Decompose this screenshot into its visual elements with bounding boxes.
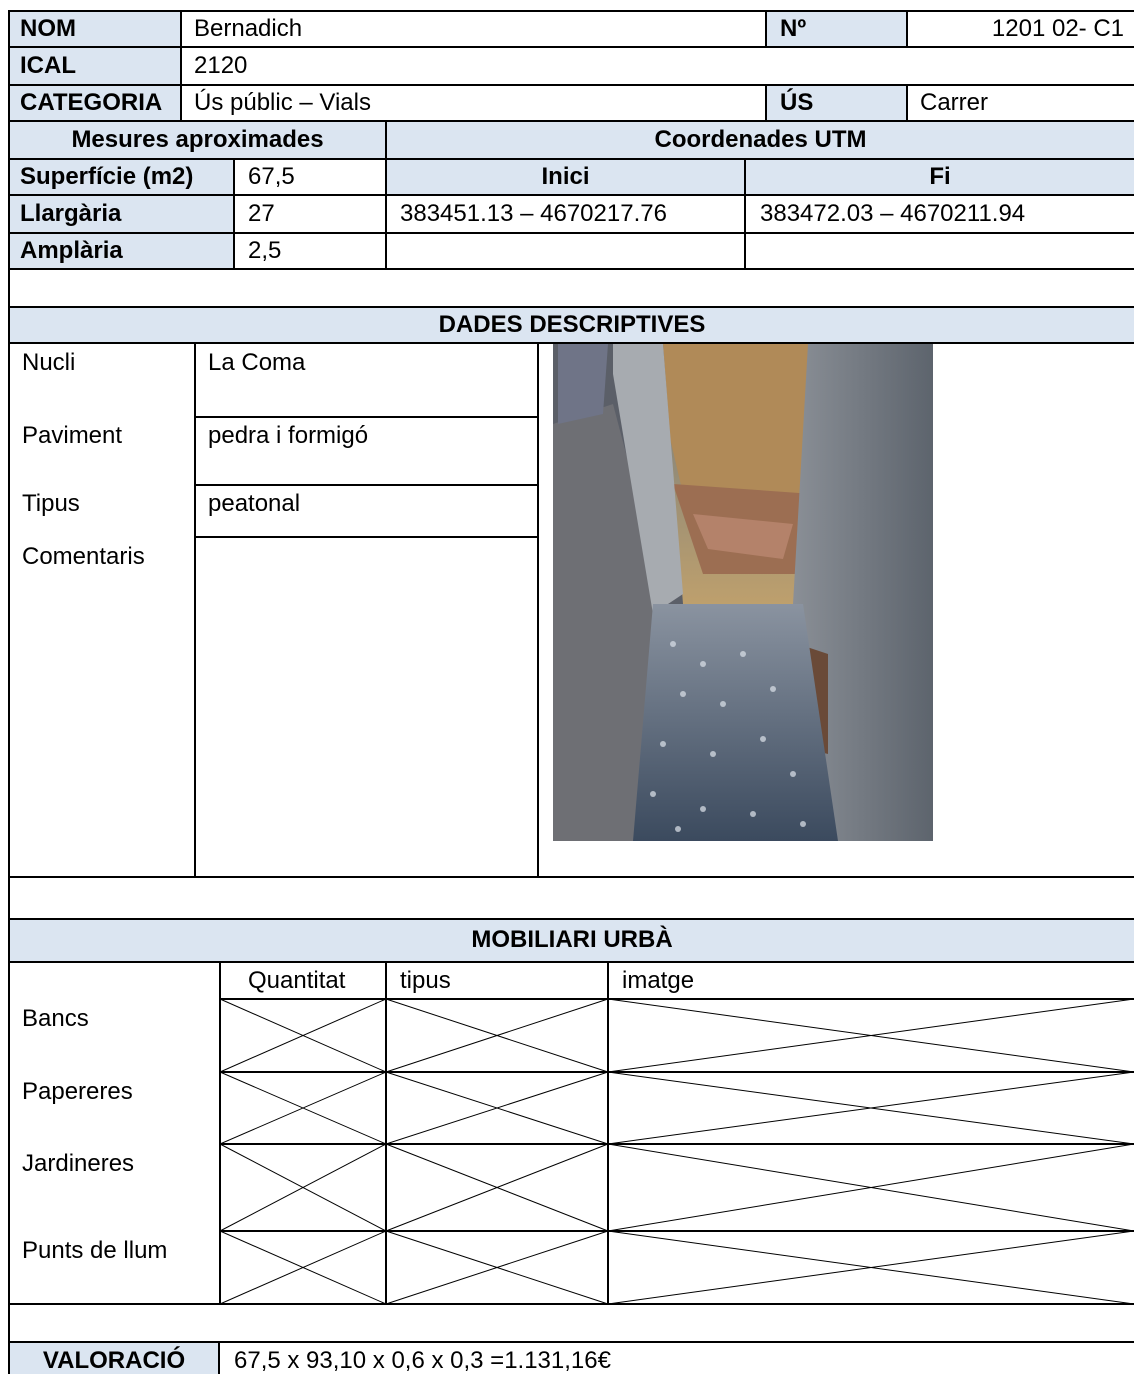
- cross-line: [219, 1230, 387, 1305]
- col-tipus: tipus: [400, 967, 451, 994]
- amplaria-value: 2,5: [248, 237, 282, 264]
- rule: [8, 84, 1134, 86]
- row-label-bancs: Bancs: [22, 1005, 89, 1032]
- rule: [537, 342, 539, 878]
- valoracio-value: 67,5 x 93,10 x 0,6 x 0,3 =1.131,16€: [234, 1347, 611, 1374]
- nom-label: NOM: [20, 15, 76, 42]
- cross-line: [385, 1230, 609, 1305]
- tipus-value: peatonal: [208, 490, 301, 517]
- utm-title: Coordenades UTM: [654, 126, 867, 153]
- cross-line: [385, 1230, 609, 1305]
- rule: [8, 961, 1134, 963]
- cross-line: [385, 998, 609, 1073]
- superficie-value: 67,5: [248, 163, 295, 190]
- rule: [8, 232, 1134, 234]
- rule: [906, 10, 908, 48]
- cross-line: [607, 998, 1134, 1073]
- cross-line: [385, 1071, 609, 1145]
- inici-value: 383451.13 – 4670217.76: [400, 200, 667, 227]
- cross-line: [607, 1143, 1134, 1232]
- rule: [8, 120, 1134, 122]
- rule: [8, 918, 1134, 920]
- fi-label: Fi: [929, 163, 951, 190]
- cross-line: [607, 1230, 1134, 1305]
- valoracio-label: VALORACIÓ: [42, 1347, 186, 1374]
- mobiliari-title: MOBILIARI URBÀ: [471, 926, 673, 953]
- paviment-value: pedra i formigó: [208, 422, 369, 449]
- cross-line: [607, 998, 1134, 1073]
- rule: [8, 876, 1134, 878]
- cross-line: [219, 998, 387, 1073]
- num-value: 1201 02- C1: [991, 15, 1124, 42]
- rule: [220, 1071, 1134, 1073]
- descriptives-title: DADES DESCRIPTIVES: [438, 311, 706, 338]
- cross-line: [219, 1230, 387, 1305]
- nom-value: Bernadich: [194, 15, 303, 42]
- categoria-value: Ús públic – Vials: [194, 89, 371, 116]
- rule: [765, 84, 767, 122]
- comentaris-label: Comentaris: [22, 543, 145, 570]
- cross-line: [385, 998, 609, 1073]
- rule: [220, 1230, 1134, 1232]
- rule: [220, 998, 1134, 1000]
- amplaria-label: Amplària: [20, 237, 123, 264]
- cross-line: [219, 998, 387, 1073]
- num-label: Nº: [780, 15, 807, 42]
- rule: [233, 158, 235, 270]
- ical-label: ICAL: [20, 52, 76, 79]
- rule: [8, 194, 1134, 196]
- rule: [8, 306, 1134, 308]
- rule: [180, 10, 182, 122]
- cross-line: [219, 1143, 387, 1232]
- rule: [218, 1341, 220, 1374]
- inici-label: Inici: [541, 163, 590, 190]
- tipus-label: Tipus: [22, 490, 80, 517]
- cross-line: [385, 1143, 609, 1232]
- us-value: Carrer: [920, 89, 989, 116]
- rule: [8, 46, 1134, 48]
- row-label-jardineres: Jardineres: [22, 1150, 135, 1177]
- rule: [195, 536, 538, 538]
- cross-line: [607, 1071, 1134, 1145]
- rule: [8, 10, 10, 1374]
- cross-line: [219, 1143, 387, 1232]
- row-label-papereres: Papereres: [22, 1078, 133, 1105]
- rule: [385, 961, 387, 1305]
- rule: [8, 1341, 1134, 1343]
- cross-line: [385, 1143, 609, 1232]
- llargaria-label: Llargària: [20, 200, 122, 227]
- superficie-label: Superfície (m2): [20, 163, 194, 190]
- rule: [195, 484, 538, 486]
- rule: [220, 1143, 1134, 1145]
- cross-line: [607, 1143, 1134, 1232]
- nucli-value: La Coma: [208, 349, 306, 376]
- cross-line: [219, 1071, 387, 1145]
- rule: [8, 268, 1134, 270]
- col-quantitat: Quantitat: [248, 967, 346, 994]
- us-label: ÚS: [780, 89, 814, 116]
- rule: [219, 961, 221, 1305]
- row-label-punts-de-llum: Punts de llum: [22, 1237, 168, 1264]
- cross-line: [385, 1071, 609, 1145]
- nucli-label: Nucli: [22, 349, 76, 376]
- paviment-label: Paviment: [22, 422, 123, 449]
- fi-value: 383472.03 – 4670211.94: [760, 200, 1026, 227]
- rule: [8, 1303, 1134, 1305]
- mesures-title: Mesures aproximades: [71, 126, 324, 153]
- rule: [8, 158, 1134, 160]
- cross-line: [607, 1230, 1134, 1305]
- llargaria-value: 27: [248, 200, 275, 227]
- cross-line: [607, 1071, 1134, 1145]
- col-imatge: imatge: [622, 967, 695, 994]
- rule: [8, 10, 1134, 12]
- rule: [906, 84, 908, 122]
- street-photo: [553, 344, 933, 841]
- categoria-label: CATEGORIA: [20, 89, 163, 116]
- rule: [194, 342, 196, 878]
- rule: [765, 10, 767, 48]
- rule: [195, 416, 538, 418]
- rule: [607, 961, 609, 1305]
- cross-line: [219, 1071, 387, 1145]
- ical-value: 2120: [194, 52, 248, 79]
